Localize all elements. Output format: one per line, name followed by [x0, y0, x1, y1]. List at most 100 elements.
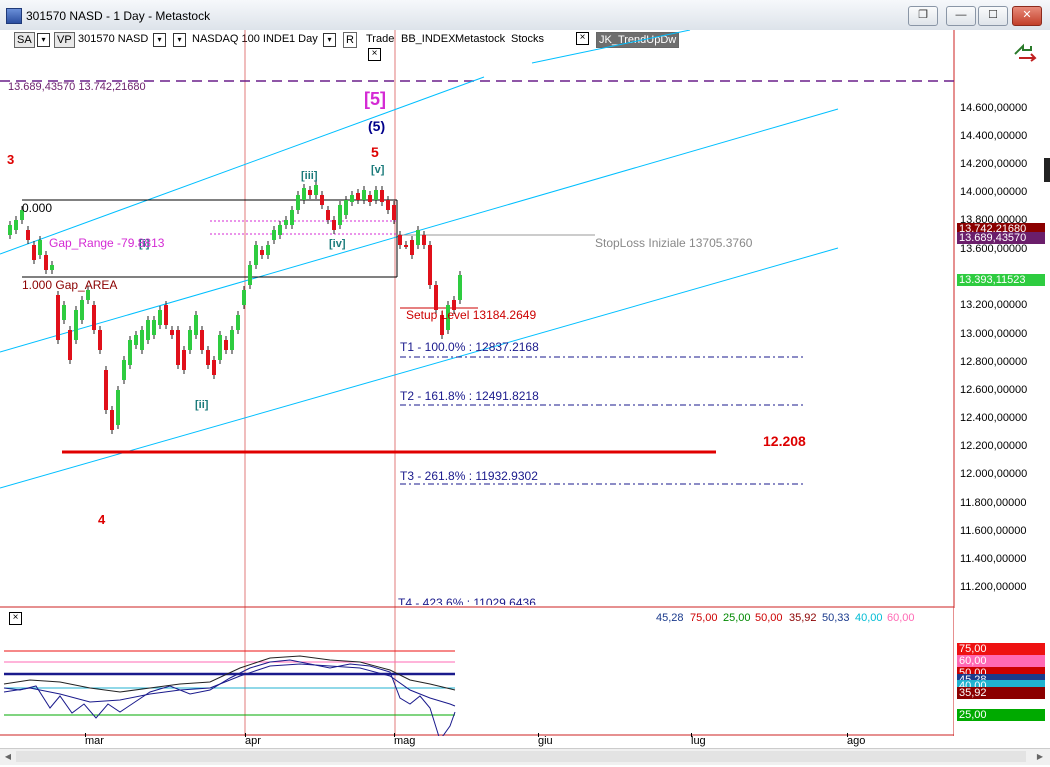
candle-down [368, 195, 372, 202]
candle-up [122, 360, 126, 380]
candle-up [362, 190, 366, 200]
minimize-icon: — [955, 9, 967, 21]
candle-down [182, 350, 186, 370]
price-y-tick: 13.000,00000 [960, 328, 1028, 340]
candle-down [320, 195, 324, 205]
price-y-tick: 11.200,00000 [960, 581, 1027, 593]
candle-up [338, 205, 342, 225]
maximize-icon: ☐ [988, 9, 998, 21]
candle-down [428, 245, 432, 285]
candle-up [134, 335, 138, 345]
time-axis-label: apr [245, 735, 261, 747]
candle-down [176, 330, 180, 365]
target-t4-label: T4 - 423.6% : 11029.6436 [398, 596, 536, 605]
price-y-tick: 11.400,00000 [960, 553, 1027, 565]
candle-up [158, 310, 162, 325]
channel-top-line [531, 30, 691, 64]
expert-trend-icon[interactable] [1012, 40, 1038, 62]
candle-down [398, 235, 402, 245]
candle-down [380, 190, 384, 202]
candle-up [140, 330, 144, 350]
candle-up [458, 275, 462, 300]
wave-iii-label: [iii] [301, 170, 318, 182]
candle-up [350, 195, 354, 202]
fib-zero-label: 0.000 [22, 201, 53, 215]
candle-up [254, 245, 258, 265]
candle-down [404, 245, 408, 247]
candle-up [62, 305, 66, 320]
candle-up [266, 245, 270, 255]
candle-down [26, 230, 30, 240]
candle-up [128, 340, 132, 365]
wave-ii-label: [ii] [195, 399, 209, 411]
candle-up [74, 310, 78, 340]
wave-4-label: 4 [98, 512, 106, 527]
candle-up [194, 315, 198, 335]
wave-5-paren-label: (5) [368, 118, 386, 134]
scroll-right-icon[interactable]: ▶ [1034, 751, 1046, 763]
wave-3-label: 3 [7, 152, 15, 167]
candle-up [374, 190, 378, 200]
maximize-button[interactable]: ☐ [978, 6, 1008, 26]
candle-down [260, 250, 264, 255]
price-y-tick: 11.800,00000 [960, 497, 1027, 509]
candle-up [416, 230, 420, 245]
scroll-left-icon[interactable]: ◀ [2, 751, 14, 763]
horizontal-scrollbar[interactable]: ◀ ▶ [0, 748, 1050, 765]
candle-up [302, 188, 306, 200]
target-t2-label: T2 - 161.8% : 12491.8218 [400, 389, 539, 403]
indicator-chart [0, 608, 954, 736]
candle-up [278, 225, 282, 235]
time-axis-label: giu [538, 735, 553, 747]
candle-up [38, 240, 42, 255]
window-titlebar: 301570 NASD - 1 Day - Metastock ❐ — ☐ ✕ [0, 0, 1050, 31]
indicator-axis-tag: 60,00 [957, 655, 1045, 667]
candle-up [80, 300, 84, 320]
indicator-axis-tag: 75,00 [957, 643, 1045, 655]
minimize-button[interactable]: — [946, 6, 976, 26]
candle-up [290, 210, 294, 225]
price-y-tick: 14.600,00000 [960, 102, 1028, 114]
candle-down [224, 340, 228, 350]
restore-chart-button[interactable]: ❐ [908, 6, 938, 26]
candle-up [230, 330, 234, 350]
setup-level-label: Setup Level 13184.2649 [406, 308, 537, 322]
candle-down [392, 205, 396, 220]
candlestick-series [8, 181, 462, 434]
time-axis-label: mar [85, 735, 104, 747]
candle-down [386, 200, 390, 210]
candle-down [410, 240, 414, 255]
price-y-tick: 14.400,00000 [960, 130, 1028, 142]
candle-up [152, 320, 156, 335]
indicator-axis-tag: 35,92 [957, 687, 1045, 699]
candle-down [422, 235, 426, 245]
price-y-tick: 14.200,00000 [960, 158, 1028, 170]
time-axis-label: mag [394, 735, 416, 747]
indicator-line-fast [3, 659, 456, 736]
time-axis-label: lug [691, 735, 706, 747]
scrollbar-thumb[interactable] [16, 751, 1026, 762]
candle-down [44, 255, 48, 270]
target-t4-clip: T4 - 423.6% : 11029.6436 [398, 596, 536, 605]
time-axis-label: ago [847, 735, 866, 747]
price-y-tick: 12.200,00000 [960, 440, 1028, 452]
candle-up [284, 220, 288, 225]
candle-up [314, 185, 318, 195]
price-y-tick: 12.000,00000 [960, 468, 1028, 480]
candle-up [116, 390, 120, 425]
candle-down [212, 360, 216, 375]
candle-down [104, 370, 108, 410]
close-button[interactable]: ✕ [1012, 6, 1042, 26]
stoploss-label: StopLoss Iniziale 13705.3760 [595, 236, 753, 250]
wave-5-bracket-label: [5] [364, 89, 386, 109]
candle-down [164, 305, 168, 325]
candle-up [242, 290, 246, 305]
candle-down [32, 245, 36, 260]
gap-area-label: 1.000 Gap_AREA [22, 278, 118, 292]
candle-up [14, 220, 18, 230]
candle-down [92, 305, 96, 330]
candle-down [308, 190, 312, 195]
candle-down [170, 330, 174, 335]
price-y-tick: 13.600,00000 [960, 243, 1028, 255]
candle-up [236, 315, 240, 330]
